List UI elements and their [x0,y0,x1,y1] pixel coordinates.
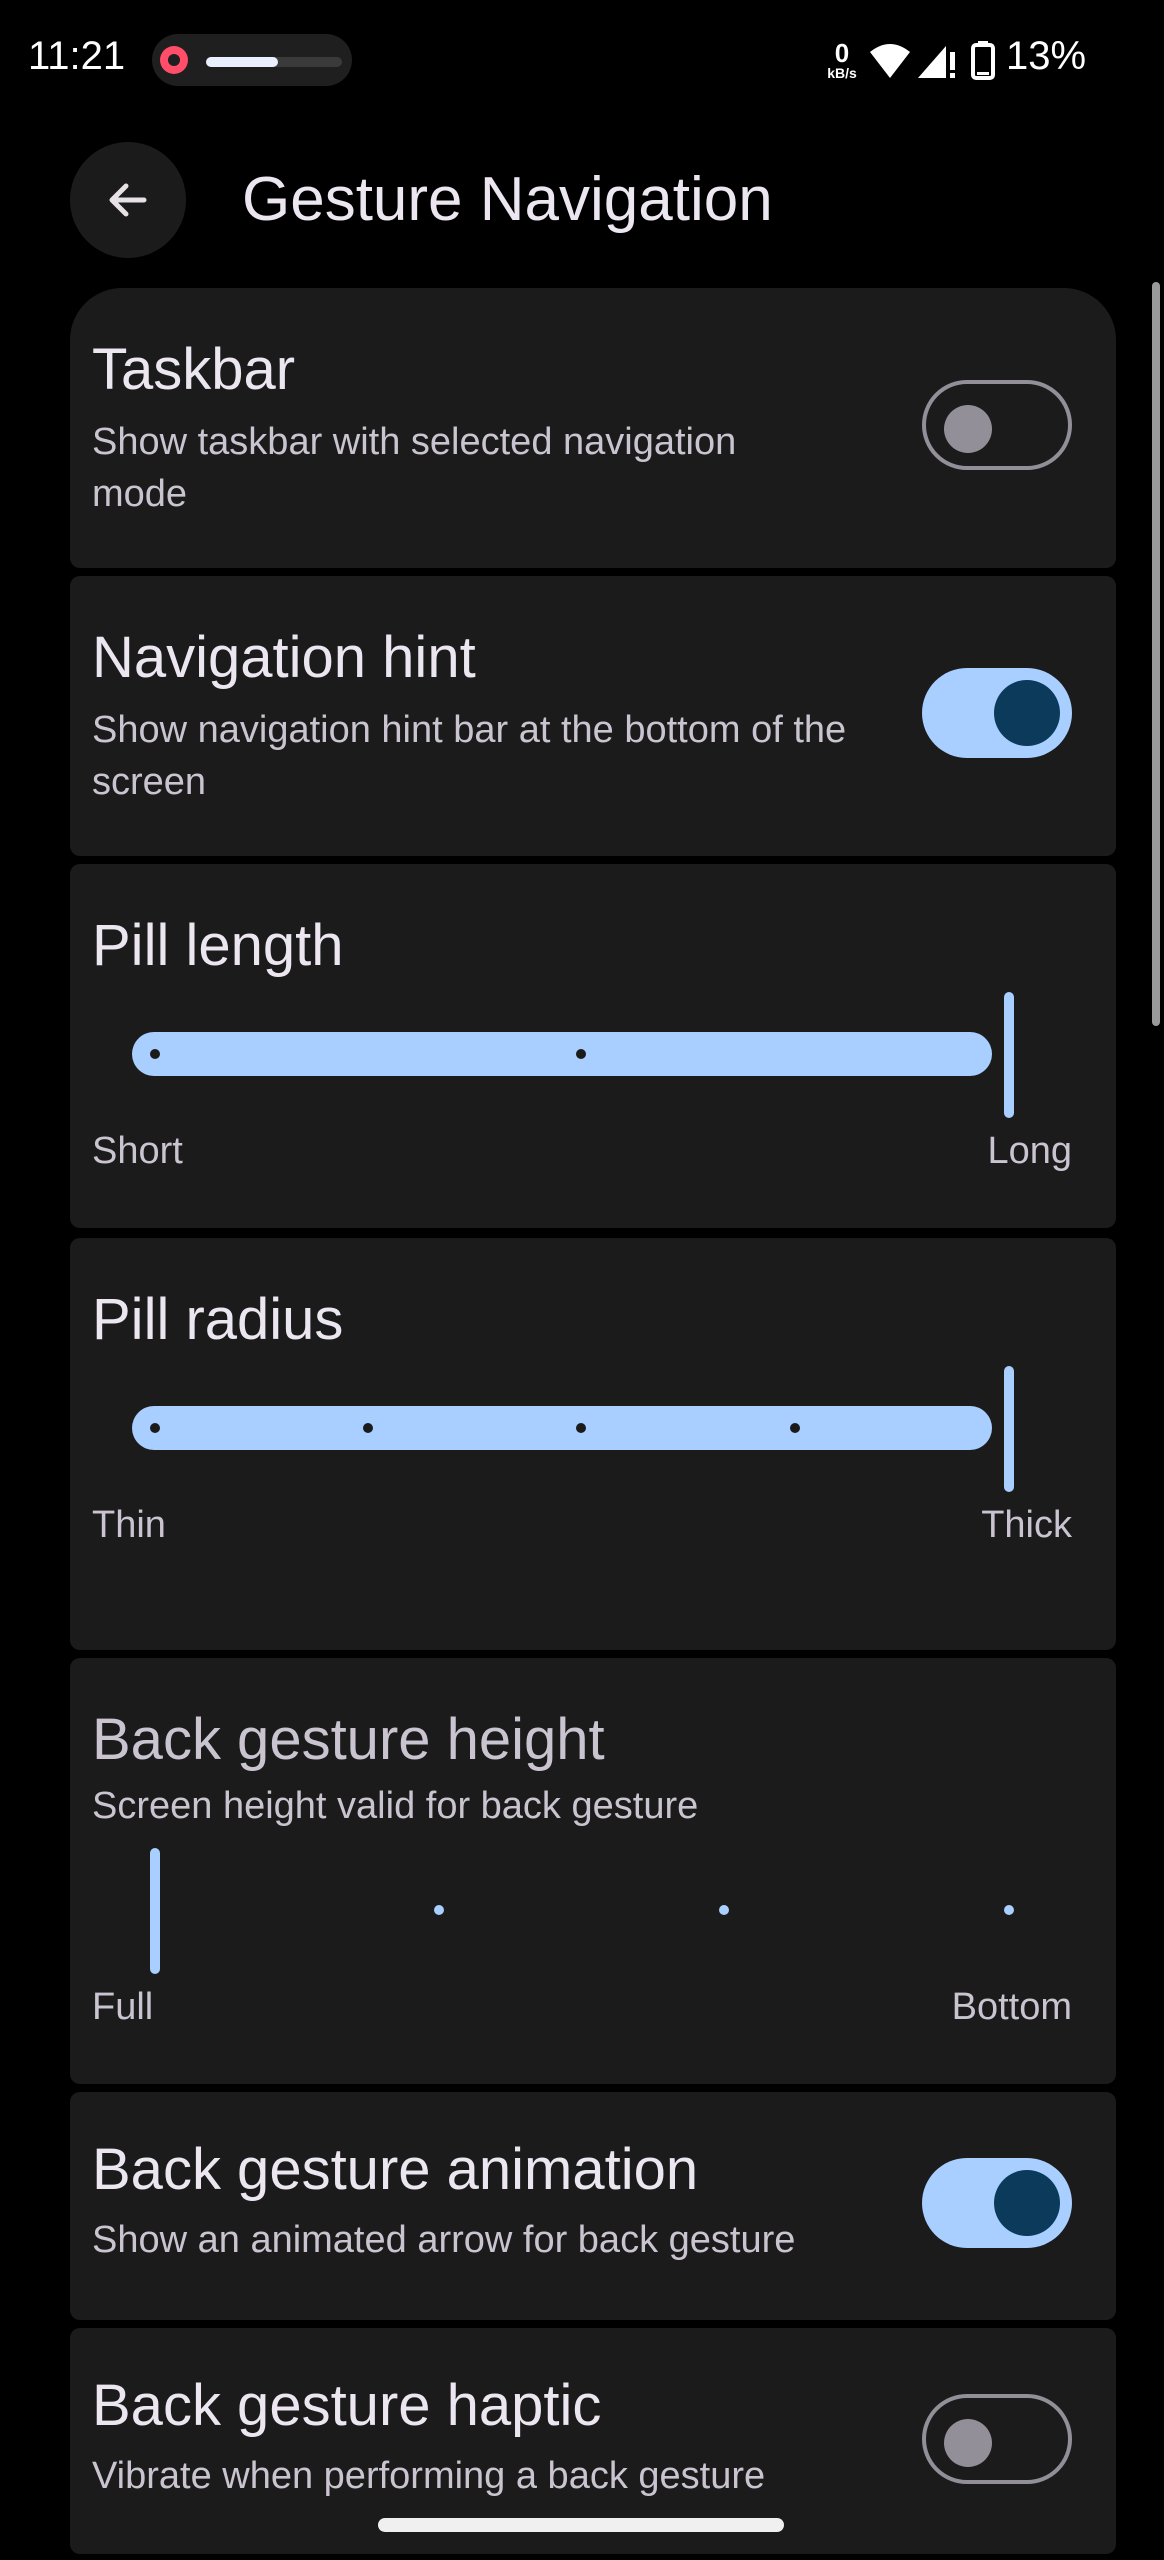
page-title: Gesture Navigation [242,165,773,234]
network-speed-unit: kB/s [827,65,857,81]
pill-length-slider-thumb[interactable] [1004,992,1014,1118]
toggle-knob [994,680,1060,746]
back-gesture-haptic-toggle[interactable] [922,2394,1072,2484]
navigation-hint-setting[interactable]: Navigation hint Show navigation hint bar… [70,576,1116,856]
recording-progress-fill [206,57,278,67]
pill-radius-slider-track[interactable] [132,1406,992,1450]
back-gesture-animation-setting[interactable]: Back gesture animation Show an animated … [70,2092,1116,2320]
arrow-left-icon [109,183,147,217]
slider-max-label: Thick [981,1504,1072,1546]
slider-max-label: Long [987,1130,1072,1172]
toggle-knob [944,2419,992,2467]
setting-description: Show an animated arrow for back gesture [92,2219,796,2261]
setting-description: Screen height valid for back gesture [92,1785,699,1827]
slider-min-label: Thin [92,1504,166,1546]
home-indicator[interactable] [378,2518,784,2532]
slider-min-label: Short [92,1130,183,1172]
slider-tick [576,1423,586,1433]
back-gesture-height-setting: Back gesture height Screen height valid … [70,1658,1116,2084]
setting-title: Navigation hint [92,625,476,690]
signal-icon [918,46,955,78]
setting-title: Pill radius [92,1287,344,1352]
slider-max-label: Bottom [951,1986,1072,2028]
toggle-knob [994,2170,1060,2236]
pill-length-slider-track[interactable] [132,1032,992,1076]
setting-title: Back gesture animation [92,2137,699,2202]
battery-percent: 13% [1006,34,1087,78]
toggle-knob [944,405,992,453]
scrollbar[interactable] [1152,282,1160,1026]
navigation-hint-toggle[interactable] [922,668,1072,758]
status-time: 11:21 [28,34,126,78]
pill-radius-setting: Pill radius Thin Thick [70,1238,1116,1650]
taskbar-toggle[interactable] [922,380,1072,470]
slider-tick [363,1423,373,1433]
pill-radius-slider-thumb[interactable] [1004,1366,1014,1492]
network-speed-value: 0 [834,38,850,68]
slider-tick [150,1423,160,1433]
slider-tick [150,1049,160,1059]
setting-description: Show navigation hint bar at the bottom o… [92,709,847,803]
slider-tick [719,1905,729,1915]
slider-tick [1004,1905,1014,1915]
setting-title: Taskbar [92,337,296,402]
slider-min-label: Full [92,1986,154,2028]
setting-title: Back gesture height [92,1707,605,1772]
setting-title: Pill length [92,913,344,978]
back-gesture-animation-toggle[interactable] [922,2158,1072,2248]
slider-tick [576,1049,586,1059]
screen-record-icon [160,46,188,74]
setting-description: Show taskbar with selected navigation mo… [92,421,737,515]
status-bar: 11:21 0 kB/s 13% [0,0,1164,120]
setting-title: Back gesture haptic [92,2373,602,2438]
back-gesture-height-slider-thumb[interactable] [150,1848,160,1974]
taskbar-setting[interactable]: Taskbar Show taskbar with selected navig… [70,288,1116,568]
back-button[interactable] [70,142,186,258]
wifi-icon [870,44,910,78]
slider-tick [434,1905,444,1915]
battery-icon [971,41,995,80]
network-speed: 0 kB/s [822,40,862,80]
slider-tick [790,1423,800,1433]
setting-description: Vibrate when performing a back gesture [92,2455,766,2497]
pill-length-setting: Pill length Short Long [70,864,1116,1228]
